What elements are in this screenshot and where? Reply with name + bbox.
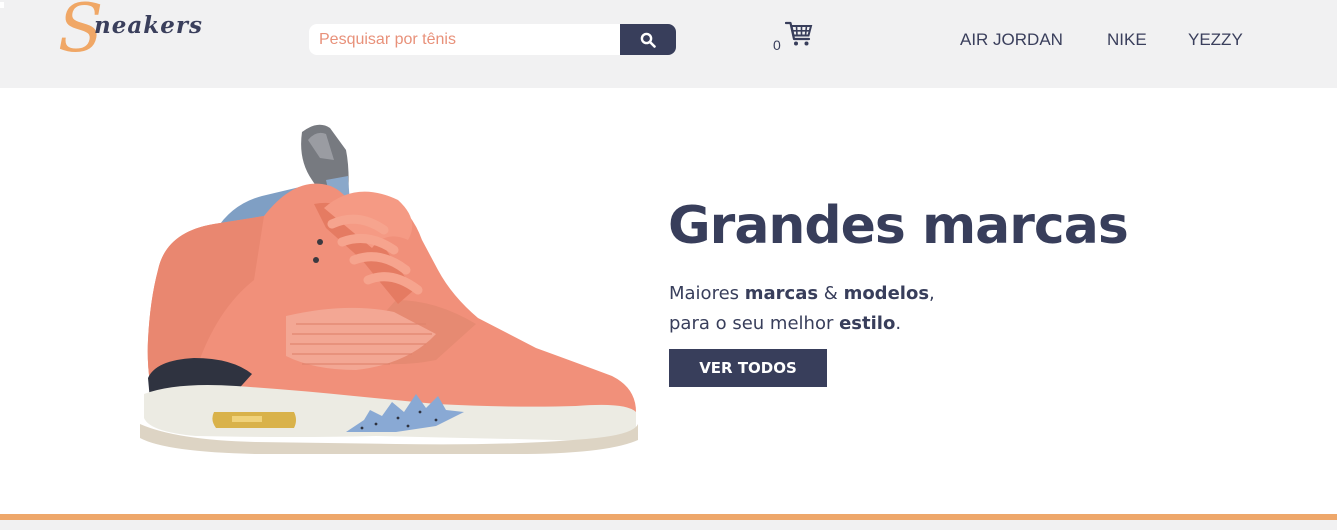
edge-mark xyxy=(0,2,4,8)
ver-todos-button[interactable]: VER TODOS xyxy=(669,349,827,387)
subtitle-text: & xyxy=(818,283,844,304)
sneakers-logo[interactable]: S neakers xyxy=(56,0,216,72)
footer-strip xyxy=(0,520,1337,530)
cart-icon xyxy=(785,21,813,46)
cart[interactable]: 0 xyxy=(773,20,823,56)
site-header: S neakers 0 AIR JORDAN NIKE YEZZY xyxy=(0,0,1337,88)
cart-count: 0 xyxy=(773,37,781,53)
subtitle-text: . xyxy=(895,313,902,334)
subtitle-bold: marcas xyxy=(744,283,819,304)
subtitle-text: para o seu melhor xyxy=(669,313,840,334)
search-button[interactable] xyxy=(620,24,676,55)
logo-text: neakers xyxy=(94,12,203,39)
nav-link-air-jordan[interactable]: AIR JORDAN xyxy=(960,30,1063,50)
subtitle-bold: estilo xyxy=(839,313,896,334)
nav-link-nike[interactable]: NIKE xyxy=(1107,30,1147,50)
search-icon xyxy=(640,32,656,48)
subtitle-bold: modelos xyxy=(843,283,930,304)
hero-banner: Grandes marcas Maiores marcas & modelos,… xyxy=(0,88,1337,514)
subtitle-text: Maiores xyxy=(669,283,745,304)
nav-link-yezzy[interactable]: YEZZY xyxy=(1188,30,1243,50)
search-bar xyxy=(309,24,676,55)
hero-title: Grandes marcas xyxy=(668,196,1129,256)
search-input[interactable] xyxy=(309,24,621,55)
subtitle-text: , xyxy=(929,283,935,304)
sneaker-image xyxy=(140,124,638,454)
hero-subtitle: Maiores marcas & modelos, para o seu melh… xyxy=(669,279,935,339)
